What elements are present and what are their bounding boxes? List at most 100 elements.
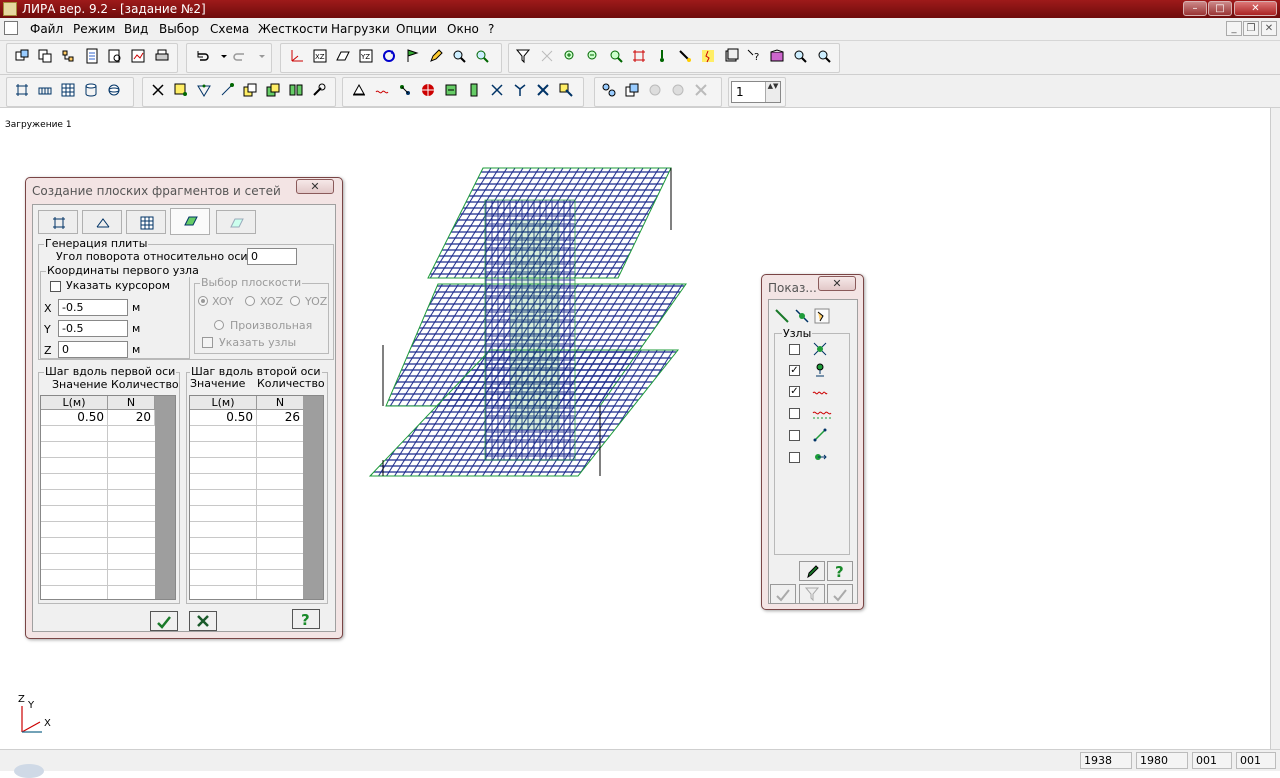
close-button[interactable]: ✕ (1234, 1, 1277, 16)
menu-options[interactable]: Опции (396, 22, 437, 36)
show-general-icon[interactable] (814, 308, 830, 324)
print-icon[interactable] (154, 48, 170, 64)
document-icon[interactable] (84, 48, 100, 64)
spinner-arrows[interactable]: ▲▼ (765, 82, 780, 102)
grid-icon[interactable] (60, 82, 76, 98)
projection-yz-icon[interactable]: YZ (358, 48, 374, 64)
menu-window[interactable]: Окно (447, 22, 479, 36)
show-support-checkbox[interactable]: ✓ (789, 365, 800, 376)
hinge-icon[interactable] (397, 82, 413, 98)
mdi-restore-button[interactable]: ❐ (1243, 21, 1259, 36)
cut-icon[interactable] (150, 82, 166, 98)
edit-button[interactable] (799, 561, 825, 581)
maximize-button[interactable]: □ (1208, 1, 1232, 16)
plane-arbitrary-radio[interactable] (214, 320, 224, 330)
show-elements-icon[interactable] (774, 308, 790, 324)
wrench-icon[interactable] (311, 82, 327, 98)
find-icon[interactable] (107, 48, 123, 64)
redo-dropdown-icon[interactable] (254, 48, 265, 64)
delete-icon[interactable] (535, 82, 551, 98)
undo-icon[interactable] (194, 48, 210, 64)
zoom-all-icon[interactable] (474, 48, 490, 64)
tab-plate[interactable] (170, 208, 210, 235)
tab-frame[interactable] (38, 210, 78, 234)
show-node-load-checkbox[interactable]: ✓ (789, 386, 800, 397)
plane-yoz-radio[interactable] (290, 296, 300, 306)
filter-disabled-button[interactable] (799, 584, 825, 604)
mesh-icon[interactable] (196, 82, 212, 98)
pack-icon[interactable] (558, 82, 574, 98)
axis1-empty-rows[interactable] (41, 426, 155, 599)
zoom-in-icon[interactable] (562, 48, 578, 64)
book-icon[interactable] (769, 48, 785, 64)
menu-select[interactable]: Выбор (159, 22, 199, 36)
beam-icon[interactable] (37, 82, 53, 98)
frame-icon[interactable] (14, 82, 30, 98)
redo-icon[interactable] (232, 48, 248, 64)
zoom-prev-icon[interactable] (792, 48, 808, 64)
add-element-icon[interactable] (219, 82, 235, 98)
sphere-icon[interactable] (106, 82, 122, 98)
help-button[interactable]: ? (292, 609, 320, 629)
apply-disabled-button[interactable] (770, 584, 796, 604)
mirror-icon[interactable] (288, 82, 304, 98)
mdi-close-button[interactable]: ✕ (1261, 21, 1277, 36)
axis2-col-n[interactable]: N (257, 396, 304, 410)
mdi-minimize-button[interactable]: _ (1226, 21, 1242, 36)
axis1-scrollbar[interactable] (155, 396, 175, 599)
minimize-button[interactable]: – (1183, 1, 1207, 16)
layers-icon[interactable] (723, 48, 739, 64)
document-icon[interactable] (4, 21, 18, 35)
zoom-icon[interactable] (451, 48, 467, 64)
rotate-icon[interactable] (381, 48, 397, 64)
apply-button[interactable] (150, 611, 178, 631)
axis2-empty-rows[interactable] (190, 426, 304, 599)
tab-shell[interactable] (216, 210, 256, 234)
menu-stiffness[interactable]: Жесткости (258, 22, 328, 36)
projection-xy-icon[interactable] (335, 48, 351, 64)
zoom-next-icon[interactable] (816, 48, 832, 64)
branch-icon[interactable] (512, 82, 528, 98)
show-help-button[interactable]: ? (827, 561, 853, 581)
axis1-col-l[interactable]: L(м) (41, 396, 108, 410)
rotation-input[interactable]: 0 (247, 248, 297, 265)
axis1-table[interactable]: L(м) N 0.50 20 (40, 395, 176, 600)
report-icon[interactable] (130, 48, 146, 64)
menu-mode[interactable]: Режим (73, 22, 115, 36)
y-input[interactable]: -0.5 (58, 320, 128, 337)
show-nodes-icon[interactable] (794, 308, 810, 324)
axis1-cell-n[interactable]: 20 (108, 410, 155, 426)
axis1-col-n[interactable]: N (108, 396, 155, 410)
plane-nodes-checkbox[interactable] (202, 337, 213, 348)
tab-truss[interactable] (82, 210, 122, 234)
open-icon[interactable] (14, 48, 30, 64)
show-rigid-insert-checkbox[interactable] (789, 430, 800, 441)
axis2-cell-l[interactable]: 0.50 (190, 410, 257, 426)
zoom-window-icon[interactable] (608, 48, 624, 64)
projection-xz-icon[interactable]: XZ (312, 48, 328, 64)
clone-icon[interactable] (624, 82, 640, 98)
axis1-cell-l[interactable]: 0.50 (41, 410, 108, 426)
tools-icon[interactable] (489, 82, 505, 98)
z-input[interactable]: 0 (58, 341, 128, 358)
menu-help[interactable]: ? (488, 22, 494, 36)
stiffness-icon[interactable] (443, 82, 459, 98)
add-node-icon[interactable] (173, 82, 189, 98)
target-icon[interactable] (420, 82, 436, 98)
pencil-icon[interactable] (428, 48, 444, 64)
column-icon[interactable] (466, 82, 482, 98)
show-node-checkbox[interactable] (789, 344, 800, 355)
tree-icon[interactable] (60, 48, 76, 64)
menu-file[interactable]: Файл (30, 22, 63, 36)
runner-icon[interactable] (700, 48, 716, 64)
flag-icon[interactable] (405, 48, 421, 64)
group-icon[interactable] (601, 82, 617, 98)
info-icon[interactable]: ? (746, 48, 762, 64)
show-node-load-values-checkbox[interactable] (789, 408, 800, 419)
plane-xoy-radio[interactable] (198, 296, 208, 306)
node-select-icon[interactable] (654, 48, 670, 64)
cancel-button[interactable] (189, 611, 217, 631)
menu-scheme[interactable]: Схема (210, 22, 249, 36)
brush-icon[interactable] (677, 48, 693, 64)
move-icon[interactable] (242, 82, 258, 98)
